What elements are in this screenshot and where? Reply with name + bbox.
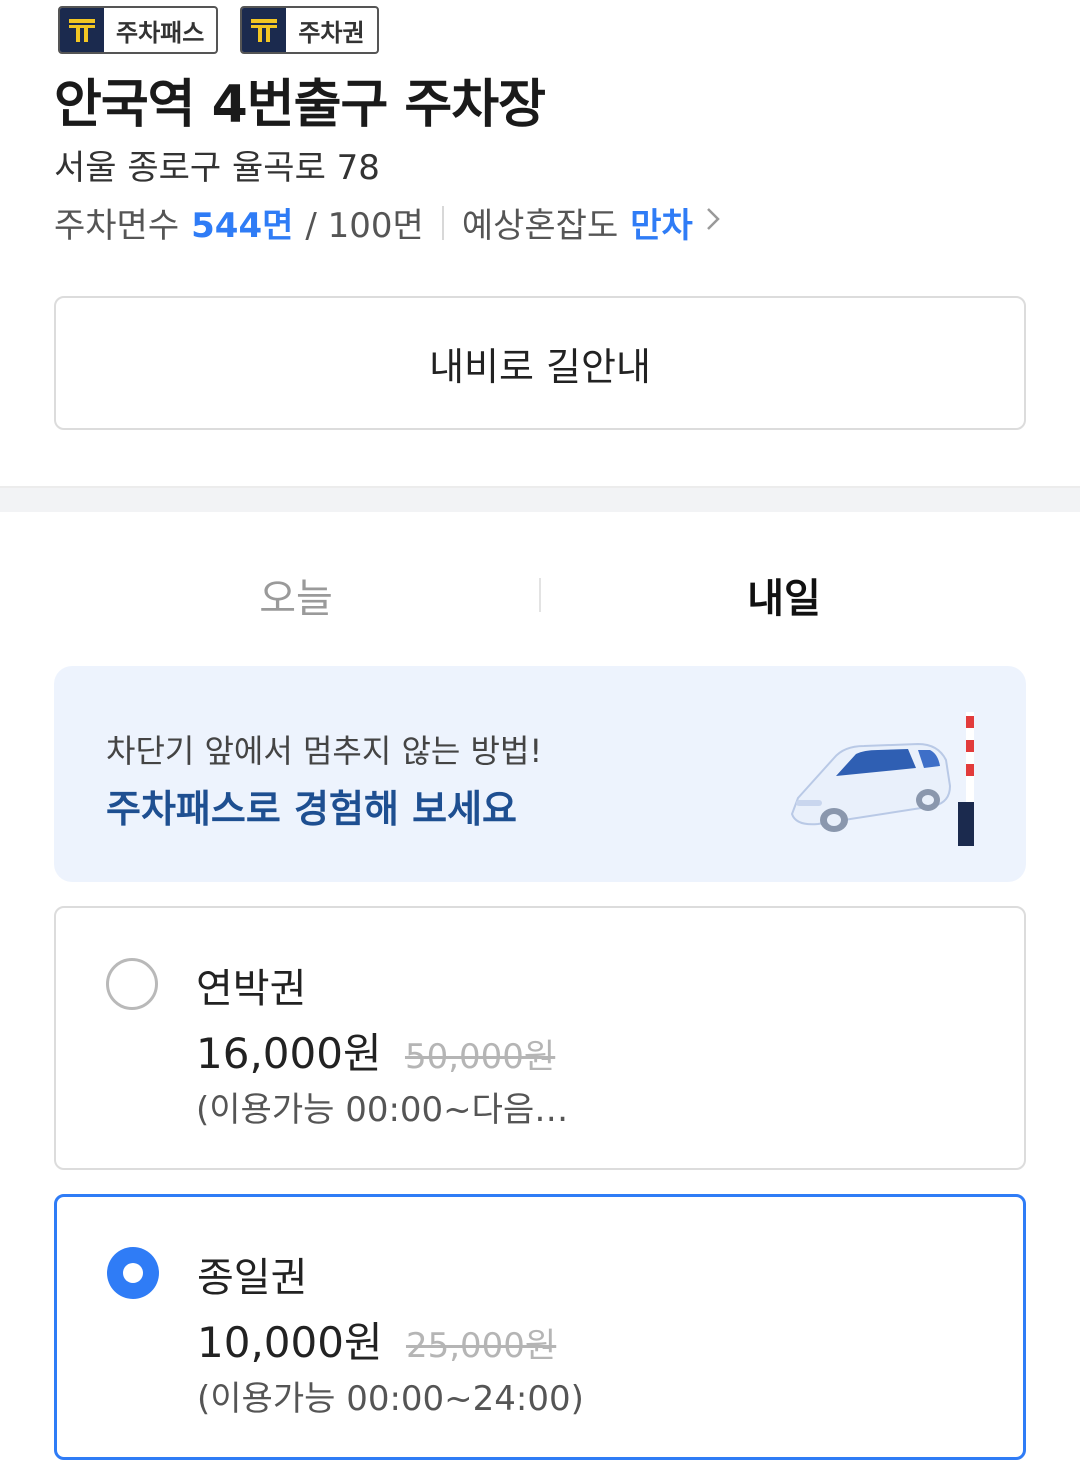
ticket-availability: (이용가능 00:00~다음… [196, 1090, 569, 1130]
ticket-price: 16,000원 [196, 1029, 382, 1078]
spaces-label: 주차면수 [54, 206, 180, 246]
ticket-original-price: 25,000원 [405, 1326, 557, 1366]
tab-today[interactable]: 오늘 [96, 560, 496, 630]
parking-address: 서울 종로구 율곡로 78 [54, 148, 380, 188]
badge-parking-ticket: 주차권 [240, 6, 379, 54]
car-barrier-illustration-icon [790, 712, 974, 846]
parking-detail-page: 주차패스 주차권 안국역 4번출구 주차장 서울 종로구 율곡로 78 주차면수… [0, 0, 1080, 1468]
promo-banner[interactable]: 차단기 앞에서 멈추지 않는 방법! 주차패스로 경험해 보세요 [54, 666, 1026, 882]
page-title: 안국역 4번출구 주차장 [54, 75, 546, 135]
ticket-availability: (이용가능 00:00~24:00) [197, 1379, 584, 1419]
ticket-price: 10,000원 [197, 1318, 383, 1367]
badge-label: 주차패스 [116, 18, 205, 47]
ticket-original-price: 50,000원 [404, 1037, 556, 1077]
congestion-label[interactable]: 예상혼잡도 [462, 198, 618, 247]
navigation-button[interactable]: 내비로 길안내 [54, 296, 1026, 430]
parking-info-row: 주차면수 544면 / 100면 예상혼잡도 만차 [54, 198, 721, 247]
ticket-option-overnight[interactable]: 연박권 16,000원 50,000원 (이용가능 00:00~다음… [54, 906, 1026, 1170]
ticket-name: 종일권 [197, 1255, 308, 1301]
ticket-price-row: 16,000원 50,000원 [196, 1020, 555, 1081]
promo-subtitle: 차단기 앞에서 멈추지 않는 방법! [106, 732, 543, 770]
badge-parking-pass: 주차패스 [58, 6, 219, 54]
parking-ticket-logo-icon [242, 8, 287, 52]
spaces-total: / 100면 [305, 206, 424, 246]
ticket-radio-daily[interactable] [107, 1247, 159, 1299]
parking-pass-logo-icon [60, 8, 104, 52]
ticket-price-row: 10,000원 25,000원 [197, 1309, 556, 1370]
info-divider [441, 205, 444, 240]
spaces-value: 544면 [191, 206, 294, 246]
day-tabs: 오늘 내일 [0, 560, 1080, 630]
congestion-value[interactable]: 만차 [630, 198, 693, 247]
promo-title: 주차패스로 경험해 보세요 [106, 787, 518, 831]
ticket-name: 연박권 [196, 966, 307, 1012]
tab-tomorrow[interactable]: 내일 [584, 560, 984, 630]
section-divider [0, 486, 1080, 512]
ticket-radio-overnight[interactable] [106, 958, 158, 1010]
badge-row: 주차패스 주차권 [58, 6, 379, 54]
tab-divider [539, 578, 541, 612]
chevron-right-icon[interactable] [705, 205, 721, 240]
badge-label: 주차권 [298, 18, 365, 47]
ticket-option-daily[interactable]: 종일권 10,000원 25,000원 (이용가능 00:00~24:00) [54, 1194, 1026, 1460]
